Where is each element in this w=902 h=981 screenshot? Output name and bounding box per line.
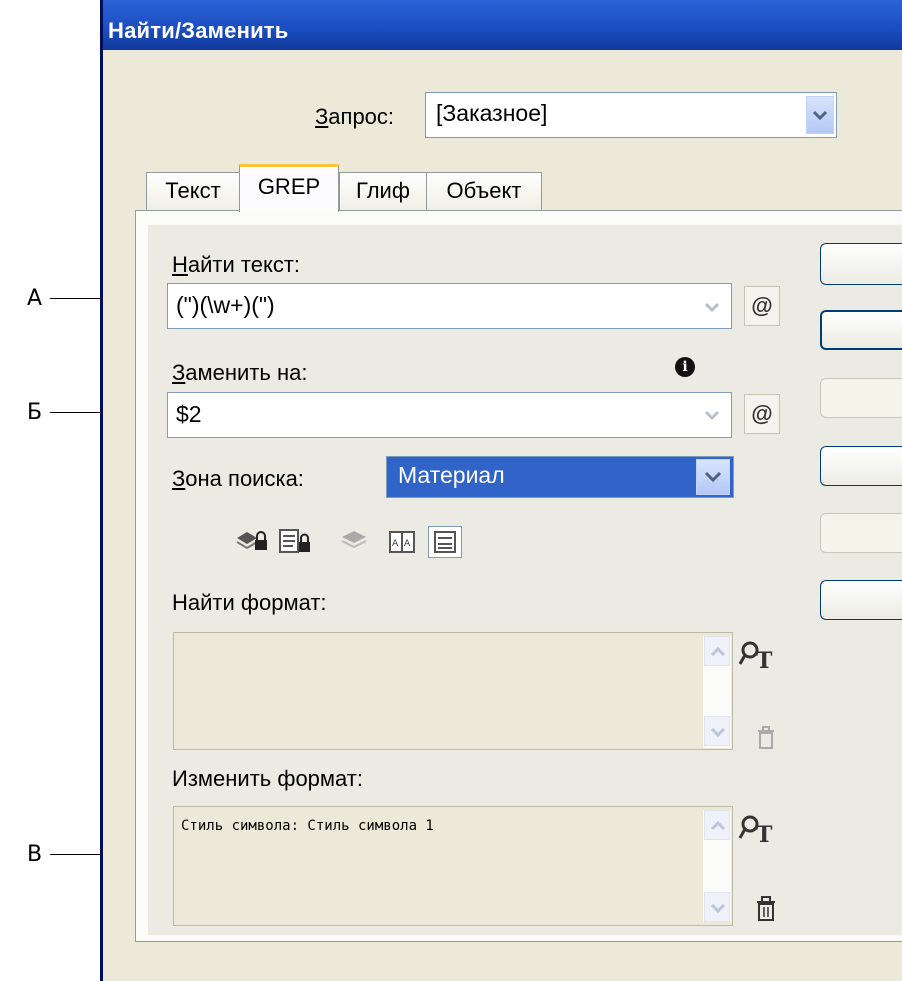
svg-text:T: T xyxy=(756,822,773,846)
info-icon: i xyxy=(675,357,695,377)
svg-text:A: A xyxy=(404,539,411,549)
find-format-label: Найти формат: xyxy=(172,590,327,615)
query-label: Запрос: xyxy=(315,104,395,129)
search-zone-value: Материал xyxy=(398,462,505,488)
master-pages-icon[interactable]: AA xyxy=(388,530,416,554)
find-format-scroll-up[interactable] xyxy=(704,636,730,666)
change-format-content: Стиль символа: Стиль символа 1 xyxy=(181,818,434,834)
change-format-scroll-up[interactable] xyxy=(704,810,730,840)
change-format-scroll-down[interactable] xyxy=(704,892,730,922)
replace-with-value: $2 xyxy=(176,401,202,427)
dialog-left-border xyxy=(100,0,103,981)
chevron-down-icon xyxy=(812,110,828,121)
find-text-label-text: айти текст: xyxy=(187,252,301,277)
chevron-down-icon xyxy=(704,471,722,483)
find-format-clear-button[interactable] xyxy=(756,726,776,750)
tab-text[interactable]: Текст xyxy=(146,172,240,210)
locked-layers-icon[interactable] xyxy=(235,528,269,552)
search-zone-label: Зона поиска: xyxy=(172,466,304,491)
trash-icon xyxy=(757,896,775,921)
replace-with-label: Заменить на: xyxy=(172,360,308,385)
chevron-up-icon xyxy=(710,646,726,657)
find-text-dropdown-button[interactable] xyxy=(698,290,726,324)
change-format-label: Изменить формат: xyxy=(172,766,363,791)
find-format-scroll-down[interactable] xyxy=(704,716,730,746)
special-characters-replace-button[interactable]: @ xyxy=(744,394,780,434)
query-dropdown-button[interactable] xyxy=(806,96,834,134)
change-find-button[interactable] xyxy=(820,513,902,553)
find-format-box xyxy=(173,632,733,750)
chevron-down-icon xyxy=(710,903,726,914)
callout-a: А xyxy=(27,286,43,311)
replace-with-input[interactable] xyxy=(167,392,732,438)
chevron-up-icon xyxy=(710,820,726,831)
callout-c: В xyxy=(27,842,43,867)
chevron-down-icon xyxy=(704,302,720,313)
at-sign-icon: @ xyxy=(751,293,773,318)
tab-glyph[interactable]: Глиф xyxy=(339,172,427,210)
search-zone-dropdown-button[interactable] xyxy=(696,459,730,495)
find-format-settings-button[interactable]: T xyxy=(738,638,778,674)
format-settings-icon: T xyxy=(738,815,773,848)
change-format-clear-button[interactable] xyxy=(755,896,777,922)
locked-stories-icon[interactable] xyxy=(278,528,312,554)
format-settings-icon: T xyxy=(738,641,773,674)
done-button[interactable] xyxy=(820,243,902,285)
change-format-settings-button[interactable]: T xyxy=(738,812,778,848)
find-text-label: Найти текст: xyxy=(172,252,301,277)
footnotes-icon[interactable] xyxy=(428,526,462,558)
find-text-value: (")(\w+)(") xyxy=(176,292,275,318)
tab-grep[interactable]: GREP xyxy=(239,164,339,212)
callout-b: Б xyxy=(27,400,43,425)
chevron-down-icon xyxy=(710,727,726,738)
change-button[interactable] xyxy=(820,378,902,418)
tab-object[interactable]: Объект xyxy=(426,172,542,210)
query-label-text: апрос: xyxy=(328,104,395,129)
svg-text:A: A xyxy=(392,539,399,549)
trash-icon xyxy=(758,726,774,749)
replace-with-label-text: аменить на: xyxy=(185,360,308,385)
window-title: Найти/Заменить xyxy=(108,18,289,43)
search-zone-label-text: она поиска: xyxy=(185,466,304,491)
special-characters-find-button[interactable]: @ xyxy=(744,286,780,326)
hidden-layers-icon[interactable] xyxy=(340,529,368,551)
find-next-button[interactable] xyxy=(820,310,902,350)
replace-with-dropdown-button[interactable] xyxy=(698,398,726,432)
svg-text:T: T xyxy=(756,648,773,672)
change-all-button[interactable] xyxy=(820,446,902,486)
fewer-options-button[interactable] xyxy=(820,580,902,620)
at-sign-icon-2: @ xyxy=(751,401,773,426)
chevron-down-icon xyxy=(704,410,720,421)
query-select-value: [Заказное] xyxy=(436,100,548,126)
